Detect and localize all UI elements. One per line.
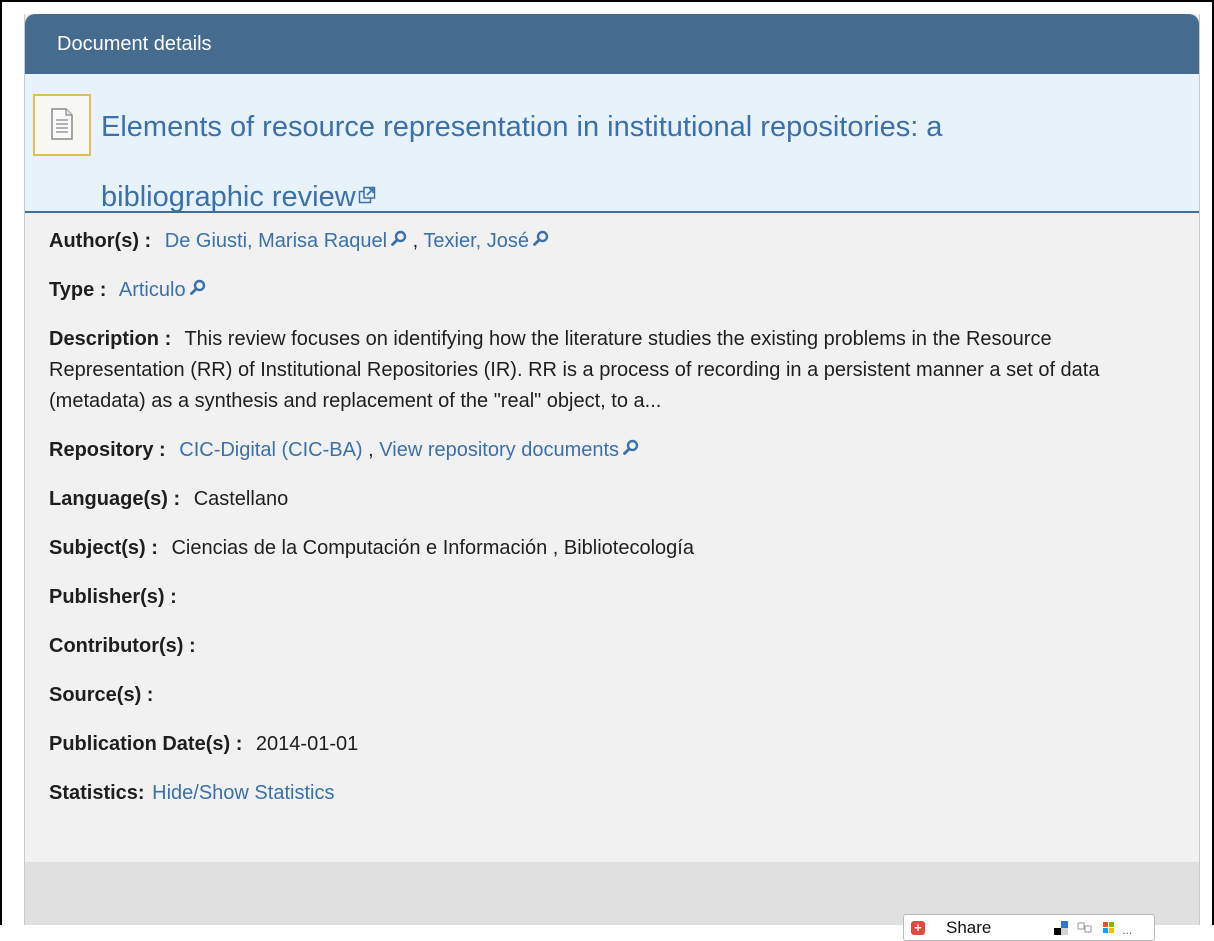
search-icon[interactable] bbox=[189, 274, 206, 305]
contributors-row: Contributor(s) : bbox=[49, 631, 1179, 662]
subjects-label: Subject(s) : bbox=[49, 537, 158, 559]
description-text: This review focuses on identifying how t… bbox=[49, 328, 1100, 412]
subjects-value: Ciencias de la Computación e Información… bbox=[171, 537, 694, 559]
description-label: Description : bbox=[49, 328, 172, 350]
search-icon[interactable] bbox=[391, 225, 407, 256]
authors-separator: , bbox=[412, 230, 419, 252]
title-area: Elements of resource representation in i… bbox=[25, 74, 1199, 213]
contributors-label: Contributor(s) : bbox=[49, 635, 196, 657]
view-repository-documents-link[interactable]: View repository documents bbox=[379, 439, 619, 461]
repository-label: Repository : bbox=[49, 439, 166, 461]
statistics-row: Statistics: Hide/Show Statistics bbox=[49, 778, 1179, 809]
document-details-panel: Document details Elements of resource re… bbox=[24, 14, 1200, 941]
sources-row: Source(s) : bbox=[49, 680, 1179, 711]
statistics-label: Statistics: bbox=[49, 782, 145, 804]
author-link-de-giusti[interactable]: De Giusti, Marisa Raquel bbox=[165, 230, 387, 252]
description-row: Description : This review focuses on ide… bbox=[49, 324, 1179, 417]
repository-link[interactable]: CIC-Digital (CIC-BA) bbox=[179, 439, 362, 461]
author-link-texier[interactable]: Texier, José bbox=[423, 230, 529, 252]
toggle-statistics-link[interactable]: Hide/Show Statistics bbox=[152, 782, 334, 804]
repository-row: Repository : CIC-Digital (CIC-BA) , View… bbox=[49, 435, 1179, 466]
share-button[interactable]: + Share ... bbox=[903, 914, 1155, 941]
share-service-icons: ... bbox=[1054, 919, 1132, 940]
share-label: Share bbox=[946, 918, 992, 937]
plus-icon: + bbox=[911, 921, 925, 935]
type-link[interactable]: Articulo bbox=[119, 279, 186, 301]
type-label: Type : bbox=[49, 279, 107, 301]
publication-date-label: Publication Date(s) : bbox=[49, 733, 243, 755]
subjects-row: Subject(s) : Ciencias de la Computación … bbox=[49, 533, 1179, 564]
publishers-row: Publisher(s) : bbox=[49, 582, 1179, 613]
publication-date-value: 2014-01-01 bbox=[255, 733, 359, 755]
type-row: Type : Articulo bbox=[49, 275, 1179, 306]
document-title-link[interactable]: Elements of resource representation in i… bbox=[101, 92, 1161, 232]
digg-icon[interactable] bbox=[1077, 920, 1093, 940]
languages-label: Language(s) : bbox=[49, 488, 181, 510]
languages-value: Castellano bbox=[193, 488, 289, 510]
document-fields: Author(s) : De Giusti, Marisa Raquel , T… bbox=[49, 218, 1179, 821]
document-title-line2: bibliographic review bbox=[101, 181, 356, 213]
document-icon bbox=[33, 94, 91, 156]
search-icon[interactable] bbox=[533, 225, 549, 256]
panel-header: Document details bbox=[25, 14, 1199, 74]
delicious-icon[interactable] bbox=[1054, 920, 1068, 940]
footer-bar: + Share ... bbox=[25, 862, 1199, 941]
languages-row: Language(s) : Castellano bbox=[49, 484, 1179, 515]
document-title-line1: Elements of resource representation in i… bbox=[101, 111, 943, 143]
authors-row: Author(s) : De Giusti, Marisa Raquel , T… bbox=[49, 226, 1179, 257]
repository-separator: , bbox=[368, 439, 374, 461]
ms-icon[interactable] bbox=[1101, 920, 1117, 940]
search-icon[interactable] bbox=[623, 434, 639, 465]
sources-label: Source(s) : bbox=[49, 684, 154, 706]
publication-date-row: Publication Date(s) : 2014-01-01 bbox=[49, 729, 1179, 760]
publishers-label: Publisher(s) : bbox=[49, 586, 177, 608]
authors-label: Author(s) : bbox=[49, 230, 152, 252]
